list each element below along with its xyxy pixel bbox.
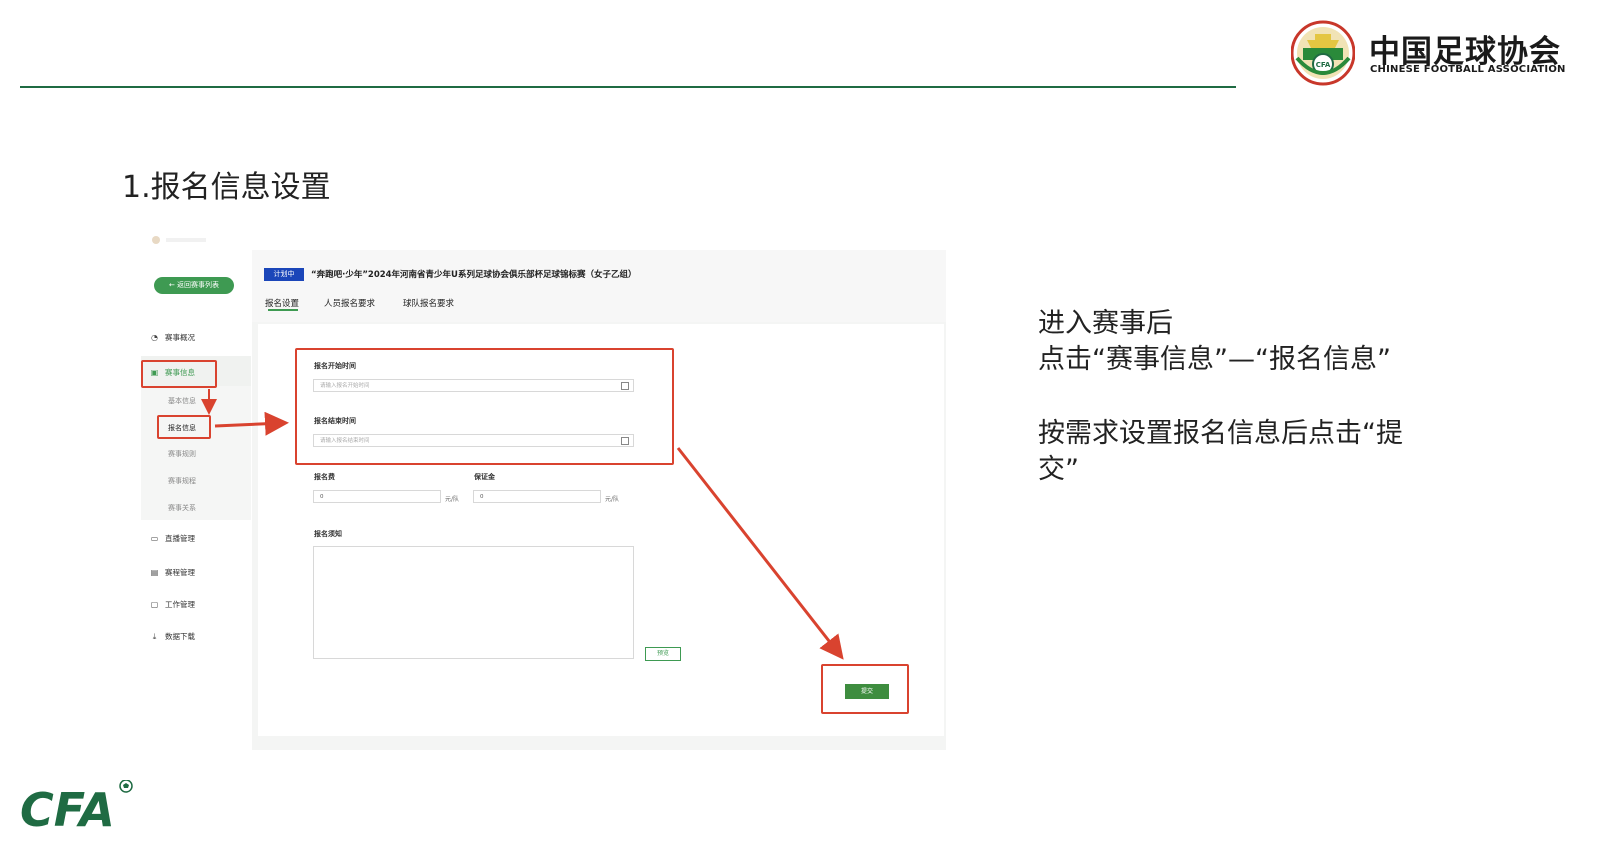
svg-text:CFA: CFA xyxy=(1316,61,1331,69)
highlight-submit xyxy=(821,664,909,714)
footer-logo-text: CFA xyxy=(20,783,115,832)
sidebar-sub-rules[interactable]: 赛事规则 xyxy=(168,449,196,459)
deposit-unit: 元/队 xyxy=(605,496,620,503)
sidebar-sub-basic-info[interactable]: 基本信息 xyxy=(168,396,196,406)
cfa-footer-logo: CFA xyxy=(20,780,133,832)
match-title: “奔跑吧·少年”2024年河南省青少年U系列足球协会俱乐部杯足球锦标赛（女子乙组… xyxy=(311,270,637,280)
deposit-input[interactable]: 0 xyxy=(473,490,601,503)
instruction-line-3: 按需求设置报名信息后点击“提 xyxy=(1038,418,1403,449)
schedule-icon: ▤ xyxy=(150,568,159,577)
sidebar-submenu-bg xyxy=(141,386,251,520)
work-icon: ▢ xyxy=(150,600,159,609)
logo-text-en: CHINESE FOOTBALL ASSOCIATION xyxy=(1370,64,1566,75)
highlight-time-fields xyxy=(295,348,674,465)
highlight-event-info xyxy=(141,360,217,388)
instruction-line-4: 交” xyxy=(1038,454,1079,485)
notice-textarea[interactable] xyxy=(313,546,634,659)
sidebar-item-label: 数据下载 xyxy=(165,632,195,641)
cfa-emblem-icon: CFA xyxy=(1291,20,1355,86)
live-icon: ▭ xyxy=(150,534,159,543)
notice-label: 报名须知 xyxy=(314,530,342,538)
tab-team-requirements[interactable]: 球队报名要求 xyxy=(403,297,454,309)
sidebar-item-work[interactable]: ▢ 工作管理 xyxy=(150,599,195,610)
deposit-label: 保证金 xyxy=(474,473,495,481)
sidebar-item-live[interactable]: ▭ 直播管理 xyxy=(150,533,195,544)
status-badge: 计划中 xyxy=(264,268,304,281)
active-tab-indicator xyxy=(268,309,298,311)
instruction-line-2: 点击“赛事信息”—“报名信息” xyxy=(1038,344,1391,375)
sidebar-sub-relations[interactable]: 赛事关系 xyxy=(168,503,196,513)
fee-input[interactable]: 0 xyxy=(313,490,441,503)
fee-label: 报名费 xyxy=(314,473,335,481)
sidebar-item-label: 赛程管理 xyxy=(165,568,195,577)
tab-personnel-requirements[interactable]: 人员报名要求 xyxy=(324,297,375,309)
sidebar-faint-header xyxy=(150,230,210,244)
sidebar-item-label: 工作管理 xyxy=(165,600,195,609)
section-title: 1.报名信息设置 xyxy=(122,170,331,205)
back-to-list-button[interactable]: ← 返回赛事列表 xyxy=(154,277,234,294)
preview-button[interactable]: 预览 xyxy=(645,647,681,661)
download-icon: ⤓ xyxy=(152,632,157,641)
match-header xyxy=(252,250,946,322)
tab-registration-settings[interactable]: 报名设置 xyxy=(265,297,299,309)
sidebar-item-overview[interactable]: ◔ 赛事概况 xyxy=(150,332,195,343)
sidebar-item-schedule[interactable]: ▤ 赛程管理 xyxy=(150,567,195,578)
sidebar-item-label: 直播管理 xyxy=(165,534,195,543)
instruction-line-1: 进入赛事后 xyxy=(1038,308,1173,339)
header-divider xyxy=(20,86,1236,88)
sidebar-item-label: 赛事概况 xyxy=(165,333,195,342)
sidebar-item-download[interactable]: ⤓ 数据下载 xyxy=(150,631,195,642)
fee-unit: 元/队 xyxy=(445,496,460,503)
sidebar-sub-regulations[interactable]: 赛事规程 xyxy=(168,476,196,486)
highlight-registration-info xyxy=(157,415,211,439)
overview-icon: ◔ xyxy=(151,333,158,342)
